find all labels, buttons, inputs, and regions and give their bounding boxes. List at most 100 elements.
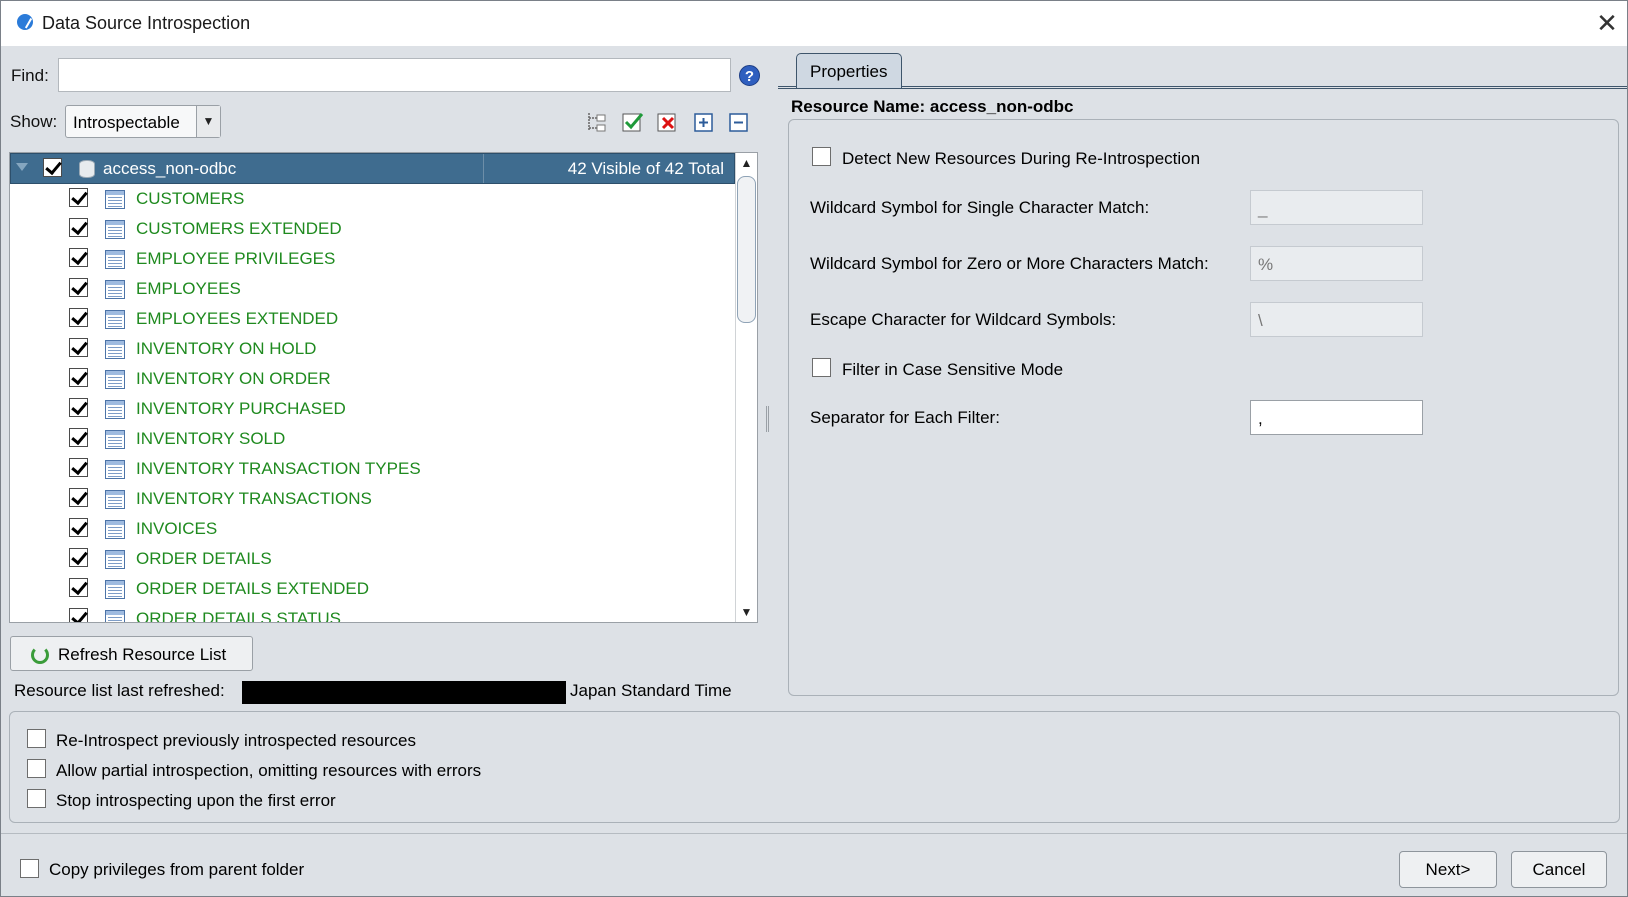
tree-row[interactable]: INVENTORY PURCHASED bbox=[10, 394, 735, 424]
cancel-button[interactable]: Cancel bbox=[1511, 851, 1607, 888]
refresh-resource-list-button[interactable]: Refresh Resource List bbox=[10, 636, 253, 671]
find-input[interactable] bbox=[58, 58, 731, 92]
row-checkbox[interactable] bbox=[69, 338, 88, 357]
tab-properties[interactable]: Properties bbox=[796, 53, 902, 88]
row-checkbox[interactable] bbox=[69, 488, 88, 507]
title-bar: Data Source Introspection ✕ bbox=[0, 0, 1628, 46]
row-checkbox[interactable] bbox=[69, 188, 88, 207]
tree-row-label: ORDER DETAILS bbox=[136, 549, 272, 568]
row-checkbox[interactable] bbox=[69, 248, 88, 267]
tree-row-label: EMPLOYEES bbox=[136, 279, 241, 298]
row-checkbox[interactable] bbox=[69, 518, 88, 537]
separator-field[interactable]: , bbox=[1250, 400, 1423, 435]
tab-strip-line bbox=[778, 86, 1628, 89]
tree-root-label: access_non-odbc bbox=[103, 159, 237, 178]
tree-row-label: CUSTOMERS bbox=[136, 189, 245, 208]
footer-divider bbox=[0, 833, 1628, 834]
row-checkbox[interactable] bbox=[69, 608, 88, 622]
tree-row-label: INVENTORY PURCHASED bbox=[136, 399, 346, 418]
tree-row[interactable]: ORDER DETAILS bbox=[10, 544, 735, 574]
tree-row[interactable]: EMPLOYEES EXTENDED bbox=[10, 304, 735, 334]
tree-scrollbar[interactable]: ▲ ▼ bbox=[735, 153, 757, 622]
root-checkbox[interactable] bbox=[43, 158, 62, 177]
row-checkbox[interactable] bbox=[69, 548, 88, 567]
tree-root-row[interactable]: access_non-odbc 42 Visible of 42 Total bbox=[10, 153, 735, 184]
partial-introspection-checkbox[interactable] bbox=[27, 759, 46, 778]
collapse-all-icon[interactable] bbox=[727, 110, 751, 134]
row-checkbox[interactable] bbox=[69, 428, 88, 447]
zero-more-field[interactable]: % bbox=[1250, 246, 1423, 281]
close-icon[interactable]: ✕ bbox=[1591, 7, 1623, 39]
row-checkbox[interactable] bbox=[69, 308, 88, 327]
tree-row[interactable]: CUSTOMERS EXTENDED bbox=[10, 214, 735, 244]
detect-new-label: Detect New Resources During Re-Introspec… bbox=[842, 149, 1201, 168]
window-title: Data Source Introspection bbox=[42, 13, 251, 33]
table-icon bbox=[105, 520, 125, 539]
tree-row-label: ORDER DETAILS EXTENDED bbox=[136, 579, 370, 598]
copy-privileges-checkbox[interactable] bbox=[20, 859, 39, 878]
row-checkbox[interactable] bbox=[69, 578, 88, 597]
partial-introspection-label: Allow partial introspection, omitting re… bbox=[56, 761, 482, 780]
detect-new-checkbox[interactable] bbox=[812, 147, 831, 166]
single-char-field[interactable]: _ bbox=[1250, 190, 1423, 225]
show-select-value: Introspectable bbox=[73, 113, 180, 132]
table-icon bbox=[105, 280, 125, 299]
zero-more-label: Wildcard Symbol for Zero or More Charact… bbox=[810, 254, 1209, 273]
stop-on-error-label: Stop introspecting upon the first error bbox=[56, 791, 336, 810]
table-icon bbox=[105, 250, 125, 269]
expander-icon[interactable] bbox=[16, 163, 28, 171]
table-icon bbox=[105, 460, 125, 479]
table-icon bbox=[105, 430, 125, 449]
row-checkbox[interactable] bbox=[69, 368, 88, 387]
table-icon bbox=[105, 610, 125, 622]
hierarchy-icon[interactable] bbox=[585, 110, 609, 134]
tab-properties-label: Properties bbox=[810, 62, 888, 81]
table-icon bbox=[105, 190, 125, 209]
visible-count: 42 Visible of 42 Total bbox=[567, 159, 724, 178]
next-button[interactable]: Next> bbox=[1399, 851, 1497, 888]
row-checkbox[interactable] bbox=[69, 218, 88, 237]
help-icon[interactable]: ? bbox=[739, 65, 760, 86]
pane-splitter[interactable] bbox=[762, 46, 772, 706]
expand-all-icon[interactable] bbox=[692, 110, 716, 134]
find-label: Find: bbox=[11, 66, 49, 85]
tree-row[interactable]: ORDER DETAILS EXTENDED bbox=[10, 574, 735, 604]
tree-row[interactable]: INVENTORY SOLD bbox=[10, 424, 735, 454]
tree-row[interactable]: INVOICES bbox=[10, 514, 735, 544]
table-icon bbox=[105, 490, 125, 509]
table-icon bbox=[105, 370, 125, 389]
tree-row[interactable]: INVENTORY ON ORDER bbox=[10, 364, 735, 394]
resource-tree[interactable]: access_non-odbc 42 Visible of 42 Total C… bbox=[9, 152, 758, 623]
table-icon bbox=[105, 550, 125, 569]
tree-row[interactable]: INVENTORY TRANSACTION TYPES bbox=[10, 454, 735, 484]
stop-on-error-checkbox[interactable] bbox=[27, 789, 46, 808]
case-sensitive-checkbox[interactable] bbox=[812, 358, 831, 377]
reintrospect-label: Re-Introspect previously introspected re… bbox=[56, 731, 416, 750]
chevron-down-icon[interactable]: ▼ bbox=[196, 106, 220, 137]
copy-privileges-label: Copy privileges from parent folder bbox=[49, 860, 305, 879]
tree-row[interactable]: INVENTORY ON HOLD bbox=[10, 334, 735, 364]
row-checkbox[interactable] bbox=[69, 398, 88, 417]
table-icon bbox=[105, 310, 125, 329]
database-icon bbox=[79, 160, 95, 178]
tree-row[interactable]: EMPLOYEE PRIVILEGES bbox=[10, 244, 735, 274]
table-icon bbox=[105, 340, 125, 359]
reintrospect-checkbox[interactable] bbox=[27, 729, 46, 748]
splitter-grip[interactable] bbox=[766, 406, 769, 432]
separator-label: Separator for Each Filter: bbox=[810, 408, 1000, 427]
tree-row[interactable]: EMPLOYEES bbox=[10, 274, 735, 304]
tree-row[interactable]: CUSTOMERS bbox=[10, 184, 735, 214]
escape-char-field[interactable]: \ bbox=[1250, 302, 1423, 337]
row-checkbox[interactable] bbox=[69, 278, 88, 297]
show-select[interactable]: Introspectable ▼ bbox=[65, 105, 221, 138]
uncheck-all-icon[interactable] bbox=[656, 110, 680, 134]
check-all-icon[interactable] bbox=[621, 110, 645, 134]
tree-row-label: INVENTORY TRANSACTION TYPES bbox=[136, 459, 421, 478]
escape-char-label: Escape Character for Wildcard Symbols: bbox=[810, 310, 1117, 329]
scroll-up-icon[interactable]: ▲ bbox=[736, 153, 757, 173]
tree-row[interactable]: INVENTORY TRANSACTIONS bbox=[10, 484, 735, 514]
scroll-thumb[interactable] bbox=[737, 176, 756, 323]
tree-row[interactable]: ORDER DETAILS STATUS bbox=[10, 604, 735, 622]
row-checkbox[interactable] bbox=[69, 458, 88, 477]
scroll-down-icon[interactable]: ▼ bbox=[736, 602, 757, 622]
